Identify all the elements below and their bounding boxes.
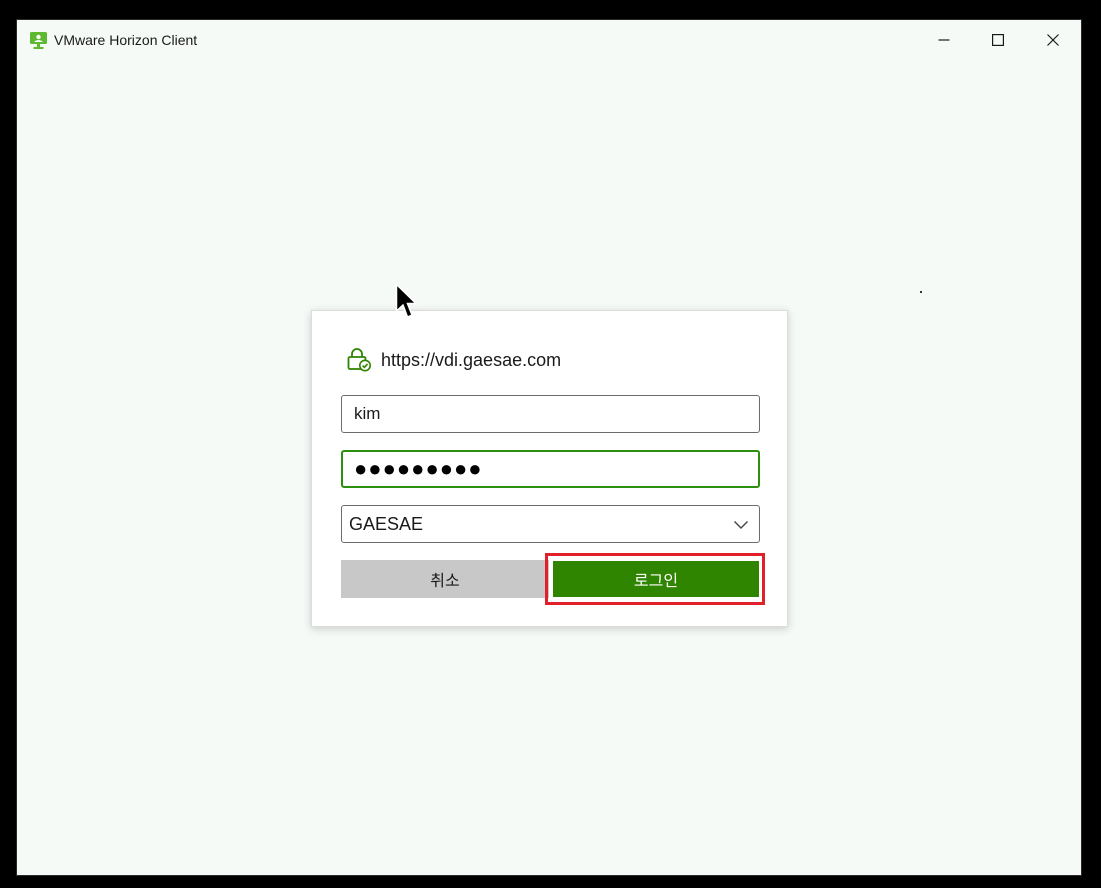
window-title: VMware Horizon Client bbox=[54, 32, 198, 48]
username-field[interactable] bbox=[341, 395, 760, 433]
stray-pixel bbox=[920, 291, 922, 293]
horizon-logo-icon bbox=[30, 32, 47, 49]
title-bar[interactable]: VMware Horizon Client bbox=[17, 20, 1081, 60]
login-dialog: https://vdi.gaesae.com GAESAE 취소 로그인 bbox=[311, 310, 788, 627]
password-field[interactable] bbox=[341, 450, 760, 488]
maximize-button[interactable] bbox=[975, 24, 1021, 56]
login-button[interactable]: 로그인 bbox=[552, 560, 760, 598]
domain-select[interactable]: GAESAE bbox=[341, 505, 760, 543]
maximize-icon bbox=[992, 34, 1004, 46]
app-window: VMware Horizon Client https://vdi.gaesae… bbox=[16, 19, 1082, 876]
close-button[interactable] bbox=[1030, 24, 1076, 56]
secure-lock-icon bbox=[347, 348, 371, 372]
password-input[interactable] bbox=[343, 452, 758, 486]
cancel-button[interactable]: 취소 bbox=[341, 560, 549, 598]
minimize-button[interactable] bbox=[921, 24, 967, 56]
server-url: https://vdi.gaesae.com bbox=[381, 349, 562, 370]
minimize-icon bbox=[938, 39, 950, 41]
domain-value: GAESAE bbox=[349, 514, 424, 534]
mouse-cursor-icon bbox=[395, 283, 418, 319]
close-icon bbox=[1047, 34, 1059, 46]
server-row: https://vdi.gaesae.com bbox=[346, 347, 561, 373]
chevron-down-icon bbox=[734, 521, 748, 529]
username-input[interactable] bbox=[342, 396, 759, 432]
